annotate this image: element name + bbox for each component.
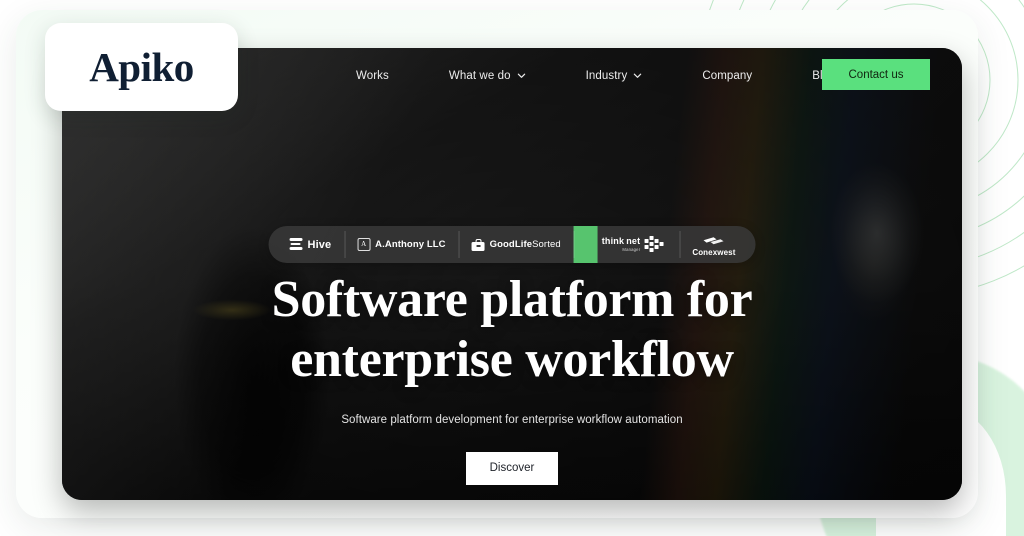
client-logo-label-thin: Sorted: [532, 239, 561, 250]
client-logo-label: A.Anthony LLC: [375, 239, 446, 250]
thinknet-wordmark: think net: [602, 237, 641, 246]
nav-item-industry[interactable]: Industry: [556, 70, 673, 82]
client-logo-conexwest[interactable]: Conexwest: [679, 226, 755, 263]
thinknet-accent-bar: [573, 226, 598, 263]
headline-line-2: enterprise workflow: [290, 331, 734, 389]
discover-button[interactable]: Discover: [466, 451, 558, 485]
thinknet-mark: think net Manager: [598, 234, 674, 256]
page-title: Software platform for enterprise workflo…: [62, 270, 962, 391]
brand-logo-card[interactable]: Apiko: [45, 23, 238, 111]
hive-bars-icon: [289, 238, 303, 251]
shipping-container-icon: [703, 236, 725, 247]
nav-item-works[interactable]: Works: [326, 70, 419, 82]
headline-line-1: Software platform for: [271, 271, 753, 328]
nav-item-label: What we do: [448, 70, 511, 82]
framed-a-icon-letter: A: [361, 240, 367, 248]
nav-item-what-we-do[interactable]: What we do: [419, 70, 556, 82]
client-logo-a-anthony-llc[interactable]: A A.Anthony LLC: [344, 226, 458, 263]
thinknet-word-net: net: [626, 236, 641, 247]
client-logo-label: Hive: [307, 238, 332, 251]
chevron-down-icon: [517, 71, 526, 80]
thinknet-text: think net Manager: [602, 237, 641, 252]
nav-item-label: Industry: [585, 70, 628, 82]
dot-arrow-icon: [643, 234, 667, 256]
nav-item-company[interactable]: Company: [672, 70, 782, 82]
client-logo-goodlifesorted[interactable]: GoodLifeSorted: [458, 226, 574, 263]
nav-item-label: Works: [356, 70, 389, 82]
hero-section: Works What we do Industry Company Contac…: [62, 48, 962, 500]
page-root: Works What we do Industry Company Contac…: [0, 0, 1024, 536]
nav-item-label: Company: [702, 70, 753, 82]
client-logo-label: Conexwest: [692, 248, 736, 257]
shopping-bag-icon: [471, 238, 485, 251]
client-logo-thinknet[interactable]: think net Manager: [573, 226, 680, 263]
chevron-down-icon: [633, 71, 642, 80]
thinknet-word-think: think: [601, 236, 625, 247]
hero-subtitle: Software platform development for enterp…: [341, 413, 683, 426]
framed-a-icon: A: [357, 238, 371, 251]
client-logo-label-bold: GoodLife: [489, 239, 533, 250]
contact-us-button[interactable]: Contact us: [822, 59, 930, 90]
client-logo-hive[interactable]: Hive: [269, 226, 345, 263]
thinknet-subtext: Manager: [622, 246, 641, 252]
nav-links: Works What we do Industry Company: [326, 70, 866, 82]
hero-copy: Software platform for enterprise workflo…: [62, 270, 962, 485]
apiko-logo-wordmark: Apiko: [89, 43, 194, 90]
client-logo-label: GoodLifeSorted: [490, 239, 561, 250]
client-logo-bar: Hive A A.Anthony LLC GoodLifeSorted thin…: [268, 226, 756, 263]
